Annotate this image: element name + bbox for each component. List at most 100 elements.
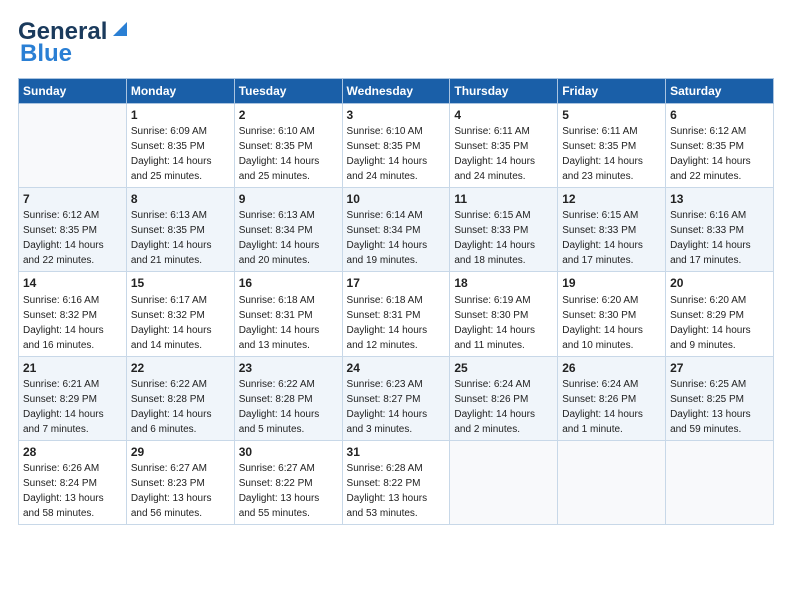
day-info: Sunrise: 6:10 AMSunset: 8:35 PMDaylight:… <box>347 126 428 182</box>
day-cell: 8 Sunrise: 6:13 AMSunset: 8:35 PMDaylight… <box>126 188 234 272</box>
day-info: Sunrise: 6:11 AMSunset: 8:35 PMDaylight:… <box>454 126 535 182</box>
day-cell: 1 Sunrise: 6:09 AMSunset: 8:35 PMDaylight… <box>126 104 234 188</box>
day-info: Sunrise: 6:26 AMSunset: 8:24 PMDaylight:… <box>23 463 104 519</box>
day-info: Sunrise: 6:13 AMSunset: 8:34 PMDaylight:… <box>239 210 320 266</box>
day-cell: 4 Sunrise: 6:11 AMSunset: 8:35 PMDaylight… <box>450 104 558 188</box>
day-number: 10 <box>347 191 446 207</box>
day-info: Sunrise: 6:22 AMSunset: 8:28 PMDaylight:… <box>131 379 212 435</box>
day-number: 18 <box>454 275 553 291</box>
weekday-header-wednesday: Wednesday <box>342 79 450 104</box>
day-cell <box>558 440 666 524</box>
day-number: 22 <box>131 360 230 376</box>
day-info: Sunrise: 6:15 AMSunset: 8:33 PMDaylight:… <box>454 210 535 266</box>
weekday-header-tuesday: Tuesday <box>234 79 342 104</box>
day-info: Sunrise: 6:18 AMSunset: 8:31 PMDaylight:… <box>239 295 320 351</box>
day-cell: 23 Sunrise: 6:22 AMSunset: 8:28 PMDayligh… <box>234 356 342 440</box>
day-info: Sunrise: 6:28 AMSunset: 8:22 PMDaylight:… <box>347 463 428 519</box>
day-cell: 19Sunrise: 6:20 AMSunset: 8:30 PMDayligh… <box>558 272 666 356</box>
day-info: Sunrise: 6:10 AMSunset: 8:35 PMDaylight:… <box>239 126 320 182</box>
week-row-1: 1 Sunrise: 6:09 AMSunset: 8:35 PMDaylight… <box>19 104 774 188</box>
day-number: 28 <box>23 444 122 460</box>
day-number: 4 <box>454 107 553 123</box>
day-number: 14 <box>23 275 122 291</box>
day-cell: 21 Sunrise: 6:21 AMSunset: 8:29 PMDayligh… <box>19 356 127 440</box>
day-number: 3 <box>347 107 446 123</box>
day-info: Sunrise: 6:19 AMSunset: 8:30 PMDaylight:… <box>454 295 535 351</box>
day-number: 8 <box>131 191 230 207</box>
day-cell: 28 Sunrise: 6:26 AMSunset: 8:24 PMDayligh… <box>19 440 127 524</box>
day-info: Sunrise: 6:24 AMSunset: 8:26 PMDaylight:… <box>562 379 643 435</box>
logo-triangle-icon <box>109 18 131 40</box>
day-info: Sunrise: 6:09 AMSunset: 8:35 PMDaylight:… <box>131 126 212 182</box>
day-info: Sunrise: 6:27 AMSunset: 8:22 PMDaylight:… <box>239 463 320 519</box>
day-number: 26 <box>562 360 661 376</box>
day-cell: 22 Sunrise: 6:22 AMSunset: 8:28 PMDayligh… <box>126 356 234 440</box>
weekday-header-row: SundayMondayTuesdayWednesdayThursdayFrid… <box>19 79 774 104</box>
day-number: 16 <box>239 275 338 291</box>
day-cell: 17Sunrise: 6:18 AMSunset: 8:31 PMDayligh… <box>342 272 450 356</box>
day-cell: 9 Sunrise: 6:13 AMSunset: 8:34 PMDaylight… <box>234 188 342 272</box>
day-number: 30 <box>239 444 338 460</box>
day-cell: 27Sunrise: 6:25 AMSunset: 8:25 PMDayligh… <box>666 356 774 440</box>
day-info: Sunrise: 6:20 AMSunset: 8:29 PMDaylight:… <box>670 295 751 351</box>
day-number: 1 <box>131 107 230 123</box>
day-number: 13 <box>670 191 769 207</box>
day-number: 21 <box>23 360 122 376</box>
day-info: Sunrise: 6:21 AMSunset: 8:29 PMDaylight:… <box>23 379 104 435</box>
day-number: 23 <box>239 360 338 376</box>
day-cell: 5 Sunrise: 6:11 AMSunset: 8:35 PMDaylight… <box>558 104 666 188</box>
day-info: Sunrise: 6:22 AMSunset: 8:28 PMDaylight:… <box>239 379 320 435</box>
day-info: Sunrise: 6:27 AMSunset: 8:23 PMDaylight:… <box>131 463 212 519</box>
day-number: 25 <box>454 360 553 376</box>
day-info: Sunrise: 6:11 AMSunset: 8:35 PMDaylight:… <box>562 126 643 182</box>
day-cell: 14 Sunrise: 6:16 AMSunset: 8:32 PMDayligh… <box>19 272 127 356</box>
day-cell: 16 Sunrise: 6:18 AMSunset: 8:31 PMDayligh… <box>234 272 342 356</box>
day-info: Sunrise: 6:13 AMSunset: 8:35 PMDaylight:… <box>131 210 212 266</box>
day-cell: 2 Sunrise: 6:10 AMSunset: 8:35 PMDaylight… <box>234 104 342 188</box>
day-cell <box>19 104 127 188</box>
day-info: Sunrise: 6:25 AMSunset: 8:25 PMDaylight:… <box>670 379 751 435</box>
day-cell: 11 Sunrise: 6:15 AMSunset: 8:33 PMDayligh… <box>450 188 558 272</box>
day-cell: 25 Sunrise: 6:24 AMSunset: 8:26 PMDayligh… <box>450 356 558 440</box>
week-row-4: 21 Sunrise: 6:21 AMSunset: 8:29 PMDayligh… <box>19 356 774 440</box>
day-cell <box>666 440 774 524</box>
day-number: 2 <box>239 107 338 123</box>
day-info: Sunrise: 6:12 AMSunset: 8:35 PMDaylight:… <box>23 210 104 266</box>
day-cell: 18 Sunrise: 6:19 AMSunset: 8:30 PMDayligh… <box>450 272 558 356</box>
page: General Blue SundayMondayTuesdayWednesda… <box>0 0 792 535</box>
logo: General Blue <box>18 18 131 68</box>
day-info: Sunrise: 6:15 AMSunset: 8:33 PMDaylight:… <box>562 210 643 266</box>
day-number: 11 <box>454 191 553 207</box>
day-number: 6 <box>670 107 769 123</box>
day-cell: 26 Sunrise: 6:24 AMSunset: 8:26 PMDayligh… <box>558 356 666 440</box>
weekday-header-sunday: Sunday <box>19 79 127 104</box>
day-number: 15 <box>131 275 230 291</box>
day-number: 9 <box>239 191 338 207</box>
header: General Blue <box>18 18 774 68</box>
day-cell <box>450 440 558 524</box>
day-cell: 29 Sunrise: 6:27 AMSunset: 8:23 PMDayligh… <box>126 440 234 524</box>
day-cell: 13Sunrise: 6:16 AMSunset: 8:33 PMDayligh… <box>666 188 774 272</box>
weekday-header-thursday: Thursday <box>450 79 558 104</box>
day-info: Sunrise: 6:18 AMSunset: 8:31 PMDaylight:… <box>347 295 428 351</box>
day-number: 7 <box>23 191 122 207</box>
day-cell: 3 Sunrise: 6:10 AMSunset: 8:35 PMDaylight… <box>342 104 450 188</box>
week-row-5: 28 Sunrise: 6:26 AMSunset: 8:24 PMDayligh… <box>19 440 774 524</box>
week-row-2: 7 Sunrise: 6:12 AMSunset: 8:35 PMDaylight… <box>19 188 774 272</box>
day-cell: 6 Sunrise: 6:12 AMSunset: 8:35 PMDaylight… <box>666 104 774 188</box>
week-row-3: 14 Sunrise: 6:16 AMSunset: 8:32 PMDayligh… <box>19 272 774 356</box>
day-info: Sunrise: 6:16 AMSunset: 8:32 PMDaylight:… <box>23 295 104 351</box>
day-cell: 10Sunrise: 6:14 AMSunset: 8:34 PMDayligh… <box>342 188 450 272</box>
day-number: 29 <box>131 444 230 460</box>
day-number: 20 <box>670 275 769 291</box>
day-cell: 24Sunrise: 6:23 AMSunset: 8:27 PMDayligh… <box>342 356 450 440</box>
day-cell: 31Sunrise: 6:28 AMSunset: 8:22 PMDayligh… <box>342 440 450 524</box>
weekday-header-monday: Monday <box>126 79 234 104</box>
weekday-header-saturday: Saturday <box>666 79 774 104</box>
day-info: Sunrise: 6:12 AMSunset: 8:35 PMDaylight:… <box>670 126 751 182</box>
day-cell: 30 Sunrise: 6:27 AMSunset: 8:22 PMDayligh… <box>234 440 342 524</box>
calendar-table: SundayMondayTuesdayWednesdayThursdayFrid… <box>18 78 774 525</box>
day-info: Sunrise: 6:20 AMSunset: 8:30 PMDaylight:… <box>562 295 643 351</box>
day-number: 5 <box>562 107 661 123</box>
day-info: Sunrise: 6:24 AMSunset: 8:26 PMDaylight:… <box>454 379 535 435</box>
